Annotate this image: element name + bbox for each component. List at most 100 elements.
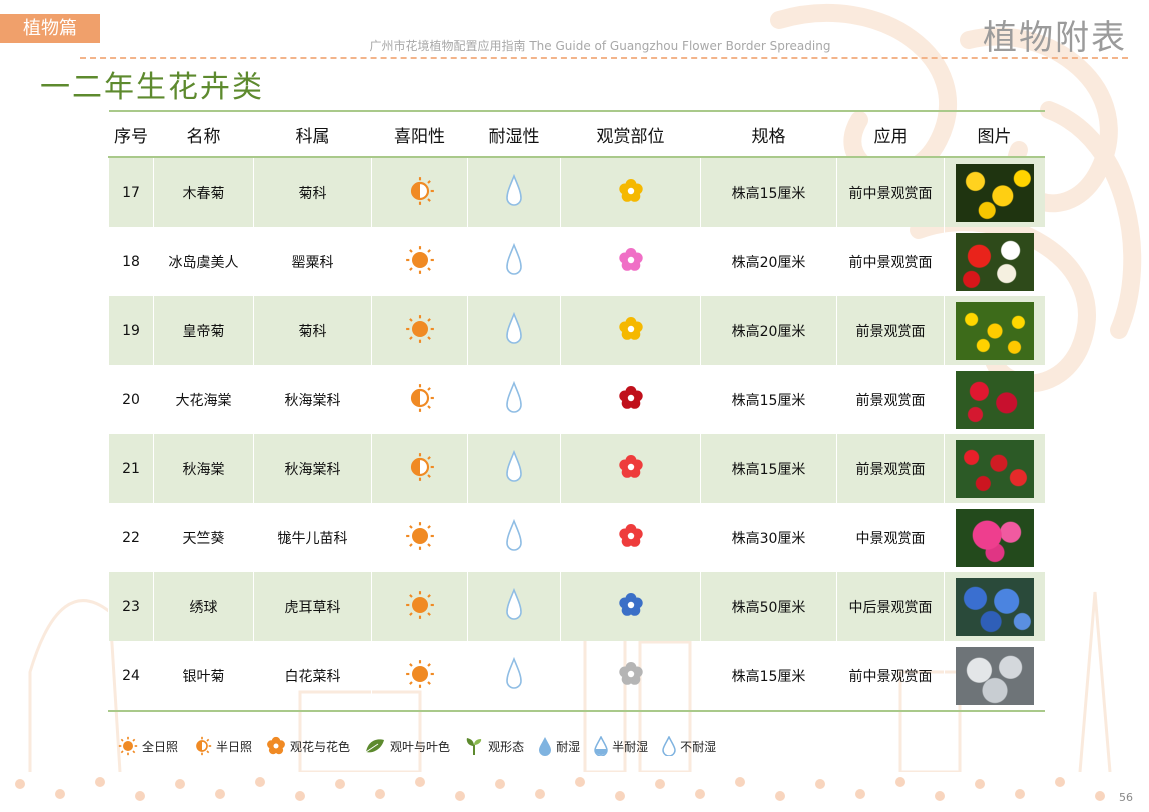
cell-ornamental-part [560,434,701,503]
flower-icon [618,523,643,547]
col-header-name: 名称 [153,110,254,158]
legend-not-wet: 不耐湿 [662,736,716,756]
half-sun-icon [410,176,434,205]
cell-number: 23 [108,572,154,641]
table-row: 18 冰岛虞美人 罂粟科 株高20厘米 前中景观赏面 [108,227,1045,296]
legend-foliage: 观叶与叶色 [364,736,450,756]
cell-ornamental-part [560,365,701,434]
cell-name: 绣球 [153,572,254,641]
cell-moisture [467,296,561,365]
cell-photo [944,227,1045,296]
legend-flower: 观花与花色 [266,736,350,756]
cell-name: 天竺葵 [153,503,254,572]
plant-table: 序号 名称 科属 喜阳性 耐湿性 观赏部位 规格 应用 图片 17 木春菊 菊科 株高… [108,110,1045,712]
cell-use: 中后景观赏面 [836,572,945,641]
empty-drop-icon [662,736,676,756]
decorative-flower-border [15,777,1105,801]
cell-family: 白花菜科 [253,641,372,712]
cell-spec: 株高20厘米 [700,227,837,296]
full-sun-icon [405,590,434,619]
table-row: 19 皇帝菊 菊科 株高20厘米 前景观赏面 [108,296,1045,365]
full-sun-icon [118,736,138,756]
cell-number: 22 [108,503,154,572]
col-header-use: 应用 [836,110,945,158]
page-number: 56 [1119,791,1133,804]
cell-photo [944,434,1045,503]
cell-family: 秋海棠科 [253,365,372,434]
cell-name: 冰岛虞美人 [153,227,254,296]
legend-full-sun: 全日照 [118,736,178,756]
cell-moisture [467,227,561,296]
not-moisture-tolerant-icon [506,242,522,275]
flower-icon [618,454,643,478]
cell-sun [371,503,468,572]
half-sun-icon [410,383,434,412]
cell-photo [944,641,1045,712]
cell-family: 牻牛儿苗科 [253,503,372,572]
cell-name: 皇帝菊 [153,296,254,365]
cell-number: 18 [108,227,154,296]
flower-icon [618,316,643,340]
cell-number: 19 [108,296,154,365]
cell-sun [371,227,468,296]
cell-spec: 株高15厘米 [700,641,837,712]
col-header-sun: 喜阳性 [371,110,468,158]
table-row: 23 绣球 虎耳草科 株高50厘米 中后景观赏面 [108,572,1045,641]
full-sun-icon [405,521,434,550]
legend-half-wet: 半耐湿 [594,736,648,756]
legend: 全日照 半日照 观花与花色 观叶与叶色 观形态 耐湿 半耐湿 不耐湿 [118,734,730,758]
cell-use: 前中景观赏面 [836,227,945,296]
not-moisture-tolerant-icon [506,449,522,482]
cell-moisture [467,572,561,641]
col-header-moisture: 耐湿性 [467,110,561,158]
not-moisture-tolerant-icon [506,656,522,689]
col-header-family: 科属 [253,110,372,158]
cell-use: 前景观赏面 [836,365,945,434]
table-row: 24 银叶菊 白花菜科 株高15厘米 前中景观赏面 [108,641,1045,712]
cell-sun [371,434,468,503]
not-moisture-tolerant-icon [506,380,522,413]
cell-use: 前景观赏面 [836,434,945,503]
cell-family: 菊科 [253,296,372,365]
cell-photo [944,503,1045,572]
cell-photo [944,572,1045,641]
red-begonia-photo [955,370,1034,429]
cell-number: 17 [108,157,154,227]
cell-use: 前中景观赏面 [836,641,945,712]
flower-icon [618,592,643,616]
section-tag: 植物篇 [0,14,100,43]
col-header-spec: 规格 [700,110,837,158]
cell-use: 前景观赏面 [836,296,945,365]
cell-moisture [467,157,561,227]
cell-spec: 株高20厘米 [700,296,837,365]
cell-sun [371,296,468,365]
not-moisture-tolerant-icon [506,311,522,344]
cell-family: 罂粟科 [253,227,372,296]
cell-spec: 株高15厘米 [700,434,837,503]
cell-sun [371,157,468,227]
guide-subtitle: 广州市花境植物配置应用指南 The Guide of Guangzhou Flo… [369,39,831,53]
cell-spec: 株高30厘米 [700,503,837,572]
not-moisture-tolerant-icon [506,587,522,620]
yellow-melampodium-photo [955,301,1034,360]
half-sun-icon [410,452,434,481]
flower-icon [618,247,643,271]
flower-icon [618,178,643,202]
cell-sun [371,365,468,434]
table-row: 20 大花海棠 秋海棠科 株高15厘米 前景观赏面 [108,365,1045,434]
half-sun-icon [196,736,212,756]
cell-ornamental-part [560,157,701,227]
full-drop-icon [539,737,552,756]
col-header-number: 序号 [108,110,154,158]
pink-geranium-photo [955,508,1034,567]
col-header-ornamental-part: 观赏部位 [560,110,701,158]
yellow-daisy-photo [955,163,1034,222]
not-moisture-tolerant-icon [506,518,522,551]
appendix-title: 植物附表 [983,18,1127,58]
cell-spec: 株高15厘米 [700,365,837,434]
full-sun-icon [405,314,434,343]
full-sun-icon [405,245,434,274]
cell-photo [944,296,1045,365]
red-begonia-bed-photo [955,439,1034,498]
table-header-row: 序号 名称 科属 喜阳性 耐湿性 观赏部位 规格 应用 图片 [108,110,1045,158]
